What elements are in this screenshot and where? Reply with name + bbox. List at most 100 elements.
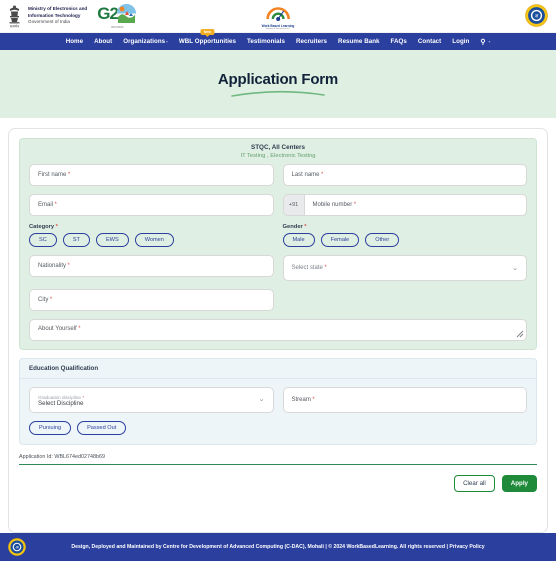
nav-label-contact: Contact bbox=[417, 38, 442, 45]
svg-text:सत्यमेव: सत्यमेव bbox=[10, 24, 19, 29]
organization-header: STQC, All Centers IT Testing , Electroni… bbox=[20, 139, 536, 164]
education-section-title: Education Qualification bbox=[20, 359, 536, 379]
nav-item-home[interactable]: Home bbox=[66, 38, 83, 45]
title-underline-decoration bbox=[231, 90, 325, 97]
category-options: SC ST EWS Women bbox=[29, 233, 274, 247]
country-code-prefix: +91 bbox=[282, 194, 304, 216]
nav-label-home: Home bbox=[65, 38, 84, 45]
required-marker: * bbox=[67, 263, 70, 269]
gender-options: Male Female Other bbox=[282, 233, 528, 247]
about-col: About Yourself * bbox=[29, 319, 527, 341]
page-title: Application Form bbox=[217, 70, 339, 88]
state-select[interactable]: Select state * ⌄ bbox=[282, 255, 527, 281]
main-navigation[interactable]: Home About Organizations- New WBL Opport… bbox=[0, 29, 556, 50]
gender-option-other[interactable]: Other bbox=[365, 233, 400, 247]
nav-item-faqs[interactable]: FAQs bbox=[391, 38, 407, 45]
nav-badge-new: New bbox=[200, 29, 214, 35]
government-seal-icon: अ bbox=[525, 4, 548, 27]
gender-option-female[interactable]: Female bbox=[320, 233, 360, 247]
education-body: Graduation discipline * Select Discipline… bbox=[20, 379, 536, 435]
apply-button[interactable]: Apply bbox=[501, 475, 537, 492]
state-select-value: Select state * bbox=[292, 265, 327, 271]
accessibility-icon: ⚲ bbox=[480, 38, 486, 46]
name-row: First name * Last name * bbox=[29, 164, 527, 186]
stream-input[interactable]: Stream * bbox=[282, 387, 527, 413]
nav-label-organizations: Organizations bbox=[123, 38, 166, 45]
about-row: About Yourself * bbox=[29, 319, 527, 341]
category-option-ews[interactable]: EWS bbox=[95, 233, 129, 247]
mobile-number-input[interactable]: Mobile number * bbox=[303, 194, 527, 216]
gender-option-male[interactable]: Male bbox=[282, 233, 315, 247]
status-option-pursuing[interactable]: Pursuing bbox=[29, 421, 72, 435]
ministry-brand: सत्यमेव Ministry of Electronics and Info… bbox=[6, 3, 87, 29]
city-col: City * bbox=[29, 289, 274, 311]
accessibility-menu[interactable]: ⚲ - bbox=[480, 38, 490, 46]
email-input[interactable]: Email * bbox=[29, 194, 274, 216]
nav-item-contact[interactable]: Contact bbox=[418, 38, 441, 45]
city-placeholder: City bbox=[38, 297, 49, 303]
category-gender-row: Category * SC ST EWS Women Gender * Male… bbox=[29, 224, 527, 247]
nationality-placeholder: Nationality bbox=[38, 263, 67, 269]
education-status-options: Pursuing Passed Out bbox=[29, 421, 527, 435]
nav-item-login[interactable]: Login bbox=[452, 38, 469, 45]
nav-item-testimonials[interactable]: Testimonials bbox=[247, 38, 285, 45]
nav-label-resume-bank: Resume Bank bbox=[338, 38, 380, 45]
category-option-sc[interactable]: SC bbox=[29, 233, 57, 247]
required-marker: * bbox=[54, 202, 57, 208]
gender-label: Gender * bbox=[283, 224, 528, 230]
last-name-input[interactable]: Last name * bbox=[282, 164, 527, 186]
category-col: Category * SC ST EWS Women bbox=[29, 224, 274, 247]
education-fields-row: Graduation discipline * Select Discipline… bbox=[29, 387, 527, 413]
chevron-down-icon: ⌄ bbox=[512, 264, 518, 272]
first-name-placeholder: First name bbox=[38, 172, 67, 178]
required-marker: * bbox=[67, 172, 71, 178]
required-marker: * bbox=[304, 224, 307, 230]
nav-item-recruiters[interactable]: Recruiters bbox=[296, 38, 327, 45]
state-select-label: Select state bbox=[291, 265, 323, 271]
status-option-passed-out[interactable]: Passed Out bbox=[77, 421, 127, 435]
about-yourself-textarea[interactable]: About Yourself * bbox=[29, 319, 527, 341]
discipline-col: Graduation discipline * Select Discipline… bbox=[29, 387, 274, 413]
nationality-input[interactable]: Nationality * bbox=[29, 255, 274, 277]
nav-item-wbl-opportunities[interactable]: New WBL Opportunities bbox=[179, 29, 236, 45]
required-marker: * bbox=[49, 297, 53, 303]
nav-item-organizations[interactable]: Organizations- bbox=[123, 38, 168, 45]
graduation-discipline-select[interactable]: Graduation discipline * Select Discipline… bbox=[29, 387, 274, 413]
email-col: Email * bbox=[29, 194, 274, 216]
mobile-number-placeholder: Mobile number bbox=[312, 202, 353, 208]
page-hero: Application Form bbox=[0, 50, 556, 118]
mobile-col: +91 Mobile number * bbox=[282, 194, 527, 216]
organization-subtitle: IT Testing , Electronic Testing bbox=[240, 153, 316, 159]
category-option-women[interactable]: Women bbox=[134, 233, 174, 247]
ministry-name: Ministry of Electronics and Information … bbox=[28, 6, 87, 26]
category-label-text: Category bbox=[29, 224, 55, 230]
wbl-logo-sub: Ministry of Electronics & IT bbox=[265, 27, 291, 30]
ministry-line-1: Ministry of Electronics and bbox=[28, 6, 88, 12]
nav-item-about[interactable]: About bbox=[94, 38, 112, 45]
clear-all-button[interactable]: Clear all bbox=[454, 475, 495, 492]
organization-title: STQC, All Centers bbox=[251, 144, 305, 151]
first-name-input[interactable]: First name * bbox=[29, 164, 274, 186]
footer-credit-text[interactable]: Design, Deployed and Maintained by Centr… bbox=[26, 544, 556, 550]
mobile-number-group: +91 Mobile number * bbox=[282, 194, 527, 216]
resize-handle-icon[interactable] bbox=[516, 330, 524, 338]
application-form-card: STQC, All Centers IT Testing , Electroni… bbox=[8, 128, 548, 533]
chevron-down-icon: - bbox=[488, 38, 491, 45]
state-col: Select state * ⌄ bbox=[282, 255, 527, 281]
g20-caption: भारत INDIA bbox=[110, 26, 124, 29]
chevron-down-icon: - bbox=[166, 39, 168, 45]
required-marker: * bbox=[353, 202, 357, 208]
divider bbox=[19, 464, 537, 465]
city-input[interactable]: City * bbox=[29, 289, 274, 311]
about-yourself-placeholder: About Yourself bbox=[38, 326, 77, 332]
page-footer: अ Design, Deployed and Maintained by Cen… bbox=[0, 533, 556, 561]
personal-details-body: First name * Last name * Email * +91 Mob… bbox=[20, 164, 536, 341]
g20-logo: G2 भारत INDIA bbox=[97, 3, 137, 29]
government-seal-icon: अ bbox=[8, 538, 26, 556]
nav-item-resume-bank[interactable]: Resume Bank bbox=[338, 38, 379, 45]
category-option-st[interactable]: ST bbox=[62, 233, 90, 247]
gender-label-text: Gender bbox=[282, 224, 303, 230]
contact-row: Email * +91 Mobile number * bbox=[29, 194, 527, 216]
required-marker: * bbox=[55, 224, 58, 230]
nav-label-login: Login bbox=[452, 38, 470, 45]
